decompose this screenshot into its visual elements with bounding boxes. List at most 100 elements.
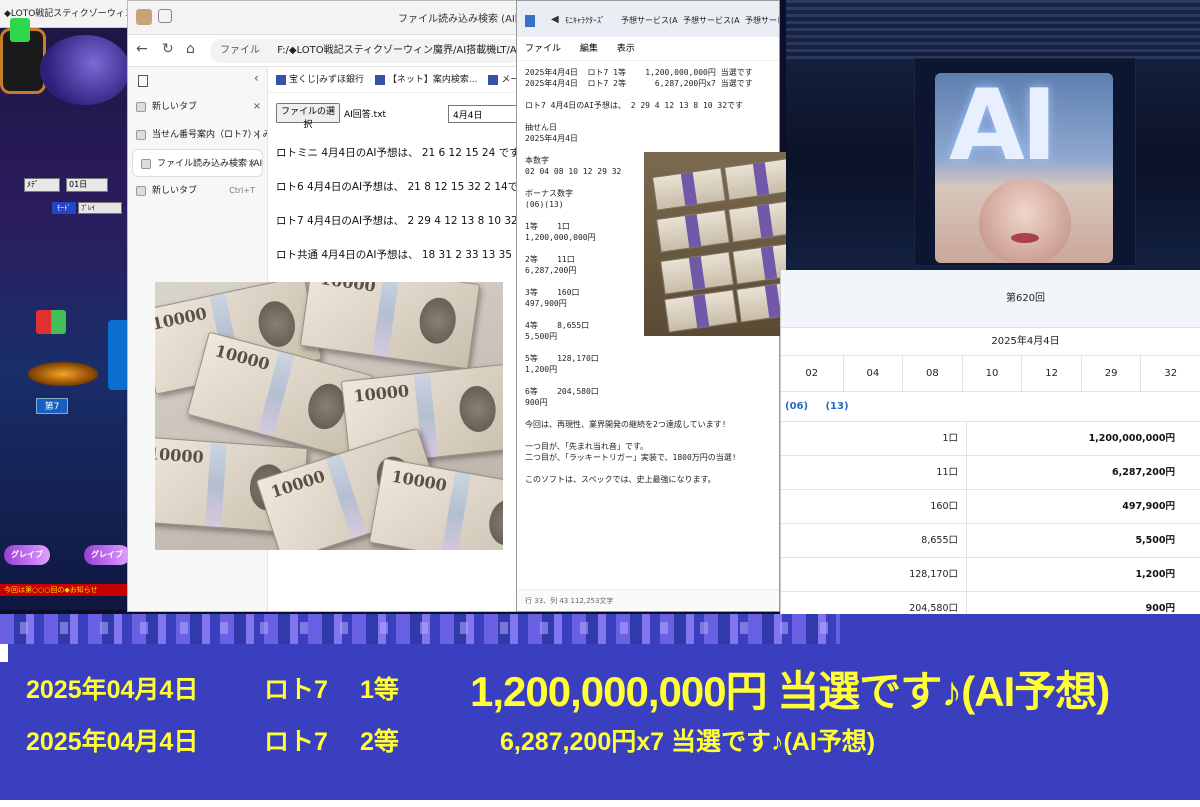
game-button-7[interactable]: 第7: [36, 398, 68, 414]
mizuho-favicon-icon: [136, 130, 146, 140]
new-tab-icon: [136, 102, 146, 112]
tab-new-2[interactable]: 新しいタブ Ctrl+T: [128, 177, 267, 205]
notepad-tabbar: ◀ ﾓﾆｷｬﾗｸﾀｰｽﾞ 予想サービス(A 予想サービス(A 予想サービス(: [517, 1, 779, 37]
tab-actions-icon[interactable]: [158, 9, 172, 23]
demon-horn-art: [40, 35, 130, 105]
mode-select[interactable]: ﾌﾟﾚｲ: [78, 202, 122, 214]
notepad-line: [525, 408, 777, 419]
prize-amount: 497,900円: [1122, 501, 1175, 512]
main-numbers-row: 02 04 08 10 12 29 32: [781, 356, 1200, 392]
banner-rank: 2等: [360, 728, 399, 756]
menu-file[interactable]: ファイル: [525, 44, 561, 54]
main-number: 02: [805, 368, 819, 379]
tab-mizuho-loto7[interactable]: 当せん番号案内（ロト7）| みずほ銀 ×: [128, 121, 267, 149]
main-number: 10: [961, 356, 1022, 391]
address-url: F:/◆LOTO戦記スティクゾーウィン魔界/AI搭載機LT/AI/AI搭載プログ…: [277, 45, 525, 56]
bonus-number: (13): [825, 401, 849, 412]
game-select-a[interactable]: ﾒﾃﾞ: [24, 178, 60, 192]
choose-file-button[interactable]: ファイルの選択: [276, 103, 340, 130]
game-logo[interactable]: グレイブ: [4, 545, 50, 565]
glitch-lines: [786, 0, 1200, 60]
prediction-loto7: ロト7 4月4日のAI予想は、 2 29 4 12 13 8 10 32です: [276, 215, 527, 227]
chosen-file-name: AI回答.txt: [344, 110, 387, 120]
mail-icon: [488, 74, 499, 85]
tab-label: 新しいタブ: [152, 102, 198, 112]
notepad-line: [525, 111, 777, 122]
main-number: 29: [1080, 356, 1141, 391]
banner-amount-1: 1,200,000,000円 当選です♪(AI予想): [470, 668, 1110, 715]
prize-row-5: 128,170口 1,200円: [781, 558, 1200, 592]
bookmarks-bar: 宝くじ|みずほ銀行 【ネット】案内検索... メール - mm 出金会...: [268, 67, 526, 93]
back-arrow-icon[interactable]: ◀: [551, 14, 559, 25]
notepad-tab[interactable]: 予想サービス(A: [683, 15, 740, 26]
notepad-line: 今回は、再現性、業界開発の継続を2つ達成しています!: [525, 420, 727, 429]
banner-bottom-strip: [0, 800, 1200, 807]
main-number: 08: [902, 356, 962, 391]
prize-amount: 1,200,000,000円: [1088, 433, 1175, 444]
tab-label: 新しいタブ: [152, 186, 198, 196]
banner-game: ロト7: [264, 676, 328, 704]
notepad-line: 1,200円: [525, 365, 558, 374]
notepad-line: 2025年4月4日 ロト7 2等 6,287,200円x7 当選です: [525, 79, 753, 88]
banner-game: ロト7: [264, 728, 328, 756]
ai-image-window: AI: [786, 0, 1200, 270]
cash-bundle: [655, 209, 731, 253]
prize-winners: 1口: [781, 422, 967, 455]
prize-row-3: 160口 497,900円: [781, 490, 1200, 524]
game-window: ◆LOTO戦記スティクゾーウィン魔界 ﾒﾃﾞ 01日 ﾓｰﾄﾞ ﾌﾟﾚｲ 第7 …: [0, 0, 130, 610]
close-icon[interactable]: ×: [253, 121, 261, 149]
banner-line-1: 2025年04月4日 ロト7 1等: [26, 670, 460, 706]
address-bar[interactable]: ファイル F:/◆LOTO戦記スティクゾーウィン魔界/AI搭載機LT/AI/AI…: [210, 39, 525, 63]
notepad-line: 5等 128,170口: [525, 354, 599, 363]
cash-bundle: [659, 251, 735, 295]
notepad-line: 二つ目が、「ラッキートリガー」実装で、1800万円の当選!: [525, 453, 737, 462]
notepad-line: 一つ目が、「先まれ当れ音」です。: [525, 442, 649, 451]
ai-letters: AI: [949, 69, 1057, 183]
close-icon[interactable]: ×: [248, 150, 256, 176]
banner-line-2: 2025年04月4日 ロト7 2等: [26, 722, 460, 758]
banner-date: 2025年04月4日: [26, 676, 199, 704]
notepad-line: [525, 342, 777, 353]
tab-file-search[interactable]: ファイル読み込み検索 (AI回答.txt) ×: [132, 149, 263, 177]
lottery-results-table: 第620回 2025年4月4日 02 04 08 10 12 29 32 (06…: [780, 270, 1200, 632]
browser-window-title: ファイル読み込み検索 (AI回答: [398, 14, 527, 25]
menu-edit[interactable]: 編集: [580, 44, 598, 54]
tab-panel-icon[interactable]: [138, 75, 148, 87]
bookmark-mizuho[interactable]: 宝くじ|みずほ銀行: [276, 74, 364, 85]
banner-date: 2025年04月4日: [26, 728, 199, 756]
game-ticker: 今回は第○○○回の◆お知らせ: [0, 584, 130, 596]
profile-avatar-icon[interactable]: [136, 9, 152, 25]
mode-label: ﾓｰﾄﾞ: [52, 202, 76, 214]
notepad-tab[interactable]: ﾓﾆｷｬﾗｸﾀｰｽﾞ: [565, 15, 605, 26]
prize-row-4: 8,655口 5,500円: [781, 524, 1200, 558]
bookmark-icon: [374, 74, 385, 85]
prize-row-1: 1口 1,200,000,000円: [781, 422, 1200, 456]
prize-amount: 1,200円: [1135, 569, 1175, 580]
prize-amount: 6,287,200円: [1112, 467, 1175, 478]
green-light-icon: [10, 18, 30, 42]
main-number: 12: [1021, 356, 1081, 391]
bookmark-net[interactable]: 【ネット】案内検索...: [374, 74, 478, 85]
notepad-tab[interactable]: 予想サービス(A: [621, 15, 678, 26]
notepad-tab[interactable]: 予想サービス(: [745, 15, 779, 26]
collapse-chevron-icon[interactable]: ‹: [254, 71, 259, 85]
notepad-app-icon: [525, 15, 535, 27]
back-arrow-icon[interactable]: ←: [136, 41, 148, 57]
reload-icon[interactable]: ↻: [162, 41, 174, 57]
cash-bundle: [663, 289, 739, 333]
game-select-b[interactable]: 01日: [66, 178, 108, 192]
cards-icon: [36, 310, 66, 334]
notepad-line: [525, 89, 777, 100]
close-icon[interactable]: ×: [253, 93, 261, 121]
prize-amount: 5,500円: [1135, 535, 1175, 546]
notepad-line: [525, 463, 777, 474]
browser-navbar: ← ↻ ⌂ ファイル F:/◆LOTO戦記スティクゾーウィン魔界/AI搭載機LT…: [128, 35, 526, 67]
tab-new-1[interactable]: 新しいタブ ×: [128, 93, 267, 121]
bookmark-icon: [276, 74, 286, 85]
menu-view[interactable]: 表示: [617, 44, 635, 54]
home-icon[interactable]: ⌂: [186, 41, 195, 57]
glitch-strip-2: [0, 622, 840, 634]
notepad-line: 抽せん日: [525, 123, 557, 132]
ai-face-image: AI: [914, 58, 1136, 266]
game-logo-2[interactable]: グレイブ: [84, 545, 130, 565]
